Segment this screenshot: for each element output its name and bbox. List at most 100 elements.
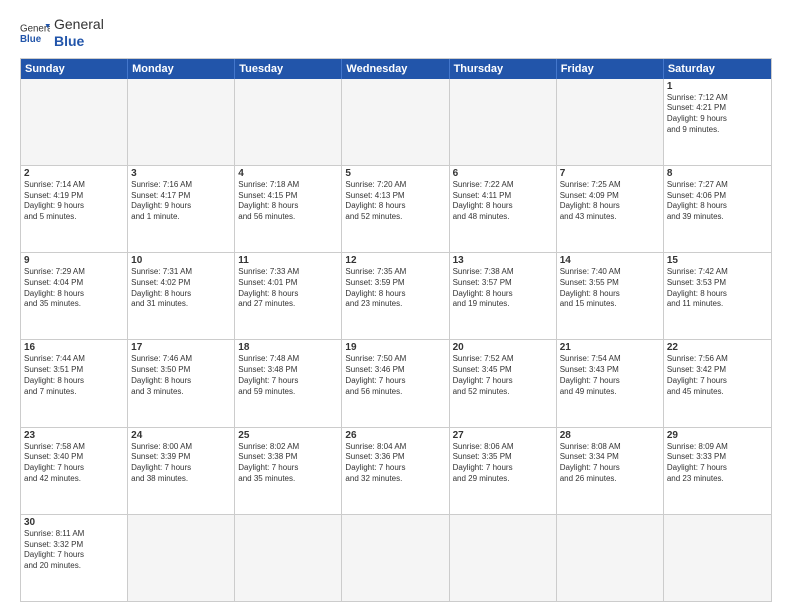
day-number: 5 <box>345 168 445 179</box>
day-number: 13 <box>453 255 553 266</box>
day-info: Sunrise: 7:54 AMSunset: 3:43 PMDaylight:… <box>560 354 660 397</box>
day-info: Sunrise: 8:06 AMSunset: 3:35 PMDaylight:… <box>453 442 553 485</box>
day-info: Sunrise: 7:38 AMSunset: 3:57 PMDaylight:… <box>453 267 553 310</box>
calendar-cell: 11Sunrise: 7:33 AMSunset: 4:01 PMDayligh… <box>235 253 342 339</box>
svg-text:General: General <box>20 23 50 34</box>
day-info: Sunrise: 7:33 AMSunset: 4:01 PMDaylight:… <box>238 267 338 310</box>
day-number: 2 <box>24 168 124 179</box>
calendar-cell: 3Sunrise: 7:16 AMSunset: 4:17 PMDaylight… <box>128 166 235 252</box>
day-info: Sunrise: 7:14 AMSunset: 4:19 PMDaylight:… <box>24 180 124 223</box>
day-info: Sunrise: 7:22 AMSunset: 4:11 PMDaylight:… <box>453 180 553 223</box>
day-info: Sunrise: 7:20 AMSunset: 4:13 PMDaylight:… <box>345 180 445 223</box>
day-info: Sunrise: 7:16 AMSunset: 4:17 PMDaylight:… <box>131 180 231 223</box>
day-number: 30 <box>24 517 124 528</box>
day-number: 4 <box>238 168 338 179</box>
calendar-body: 1Sunrise: 7:12 AMSunset: 4:21 PMDaylight… <box>21 79 771 601</box>
calendar-cell: 8Sunrise: 7:27 AMSunset: 4:06 PMDaylight… <box>664 166 771 252</box>
day-info: Sunrise: 7:25 AMSunset: 4:09 PMDaylight:… <box>560 180 660 223</box>
calendar-cell: 21Sunrise: 7:54 AMSunset: 3:43 PMDayligh… <box>557 340 664 426</box>
day-number: 3 <box>131 168 231 179</box>
calendar-cell: 7Sunrise: 7:25 AMSunset: 4:09 PMDaylight… <box>557 166 664 252</box>
day-number: 1 <box>667 81 768 92</box>
logo-general: General <box>54 16 104 33</box>
calendar-cell: 30Sunrise: 8:11 AMSunset: 3:32 PMDayligh… <box>21 515 128 601</box>
day-number: 26 <box>345 430 445 441</box>
day-info: Sunrise: 8:11 AMSunset: 3:32 PMDaylight:… <box>24 529 124 572</box>
calendar-row-5: 30Sunrise: 8:11 AMSunset: 3:32 PMDayligh… <box>21 514 771 601</box>
calendar-header: SundayMondayTuesdayWednesdayThursdayFrid… <box>21 59 771 79</box>
day-info: Sunrise: 7:48 AMSunset: 3:48 PMDaylight:… <box>238 354 338 397</box>
header-day-thursday: Thursday <box>450 59 557 79</box>
calendar-cell <box>664 515 771 601</box>
header-day-monday: Monday <box>128 59 235 79</box>
header-day-sunday: Sunday <box>21 59 128 79</box>
svg-text:Blue: Blue <box>20 34 42 45</box>
calendar-row-3: 16Sunrise: 7:44 AMSunset: 3:51 PMDayligh… <box>21 339 771 426</box>
day-number: 17 <box>131 342 231 353</box>
day-number: 23 <box>24 430 124 441</box>
day-number: 18 <box>238 342 338 353</box>
day-number: 22 <box>667 342 768 353</box>
calendar-cell: 17Sunrise: 7:46 AMSunset: 3:50 PMDayligh… <box>128 340 235 426</box>
day-number: 14 <box>560 255 660 266</box>
calendar-cell <box>342 515 449 601</box>
calendar-cell: 2Sunrise: 7:14 AMSunset: 4:19 PMDaylight… <box>21 166 128 252</box>
calendar-cell: 12Sunrise: 7:35 AMSunset: 3:59 PMDayligh… <box>342 253 449 339</box>
day-info: Sunrise: 7:27 AMSunset: 4:06 PMDaylight:… <box>667 180 768 223</box>
calendar-cell: 24Sunrise: 8:00 AMSunset: 3:39 PMDayligh… <box>128 428 235 514</box>
day-number: 9 <box>24 255 124 266</box>
day-info: Sunrise: 8:09 AMSunset: 3:33 PMDaylight:… <box>667 442 768 485</box>
logo-blue: Blue <box>54 33 104 50</box>
day-number: 27 <box>453 430 553 441</box>
day-info: Sunrise: 7:40 AMSunset: 3:55 PMDaylight:… <box>560 267 660 310</box>
calendar-cell: 6Sunrise: 7:22 AMSunset: 4:11 PMDaylight… <box>450 166 557 252</box>
day-info: Sunrise: 7:35 AMSunset: 3:59 PMDaylight:… <box>345 267 445 310</box>
calendar-cell: 28Sunrise: 8:08 AMSunset: 3:34 PMDayligh… <box>557 428 664 514</box>
calendar-cell <box>128 79 235 165</box>
day-number: 12 <box>345 255 445 266</box>
calendar-cell: 9Sunrise: 7:29 AMSunset: 4:04 PMDaylight… <box>21 253 128 339</box>
calendar-cell <box>450 515 557 601</box>
header-day-wednesday: Wednesday <box>342 59 449 79</box>
calendar-cell: 1Sunrise: 7:12 AMSunset: 4:21 PMDaylight… <box>664 79 771 165</box>
day-info: Sunrise: 7:58 AMSunset: 3:40 PMDaylight:… <box>24 442 124 485</box>
calendar-cell <box>235 79 342 165</box>
day-info: Sunrise: 7:52 AMSunset: 3:45 PMDaylight:… <box>453 354 553 397</box>
day-number: 24 <box>131 430 231 441</box>
day-number: 7 <box>560 168 660 179</box>
calendar-cell: 26Sunrise: 8:04 AMSunset: 3:36 PMDayligh… <box>342 428 449 514</box>
calendar-cell: 22Sunrise: 7:56 AMSunset: 3:42 PMDayligh… <box>664 340 771 426</box>
calendar-cell: 29Sunrise: 8:09 AMSunset: 3:33 PMDayligh… <box>664 428 771 514</box>
calendar-cell: 4Sunrise: 7:18 AMSunset: 4:15 PMDaylight… <box>235 166 342 252</box>
day-number: 25 <box>238 430 338 441</box>
calendar-cell <box>128 515 235 601</box>
day-number: 28 <box>560 430 660 441</box>
calendar-cell: 19Sunrise: 7:50 AMSunset: 3:46 PMDayligh… <box>342 340 449 426</box>
header-day-friday: Friday <box>557 59 664 79</box>
calendar-cell: 23Sunrise: 7:58 AMSunset: 3:40 PMDayligh… <box>21 428 128 514</box>
header-day-tuesday: Tuesday <box>235 59 342 79</box>
calendar: SundayMondayTuesdayWednesdayThursdayFrid… <box>20 58 772 602</box>
calendar-row-2: 9Sunrise: 7:29 AMSunset: 4:04 PMDaylight… <box>21 252 771 339</box>
day-number: 8 <box>667 168 768 179</box>
day-info: Sunrise: 8:00 AMSunset: 3:39 PMDaylight:… <box>131 442 231 485</box>
day-number: 20 <box>453 342 553 353</box>
calendar-cell: 15Sunrise: 7:42 AMSunset: 3:53 PMDayligh… <box>664 253 771 339</box>
logo: General Blue General Blue <box>20 16 104 50</box>
calendar-cell: 20Sunrise: 7:52 AMSunset: 3:45 PMDayligh… <box>450 340 557 426</box>
calendar-cell <box>235 515 342 601</box>
day-info: Sunrise: 7:56 AMSunset: 3:42 PMDaylight:… <box>667 354 768 397</box>
day-info: Sunrise: 7:46 AMSunset: 3:50 PMDaylight:… <box>131 354 231 397</box>
calendar-cell: 18Sunrise: 7:48 AMSunset: 3:48 PMDayligh… <box>235 340 342 426</box>
day-number: 6 <box>453 168 553 179</box>
day-info: Sunrise: 7:29 AMSunset: 4:04 PMDaylight:… <box>24 267 124 310</box>
day-number: 29 <box>667 430 768 441</box>
day-number: 16 <box>24 342 124 353</box>
day-number: 15 <box>667 255 768 266</box>
calendar-cell <box>557 515 664 601</box>
generalblue-logo-icon: General Blue <box>20 21 50 45</box>
calendar-row-0: 1Sunrise: 7:12 AMSunset: 4:21 PMDaylight… <box>21 79 771 165</box>
calendar-cell: 16Sunrise: 7:44 AMSunset: 3:51 PMDayligh… <box>21 340 128 426</box>
day-info: Sunrise: 8:08 AMSunset: 3:34 PMDaylight:… <box>560 442 660 485</box>
calendar-cell: 14Sunrise: 7:40 AMSunset: 3:55 PMDayligh… <box>557 253 664 339</box>
